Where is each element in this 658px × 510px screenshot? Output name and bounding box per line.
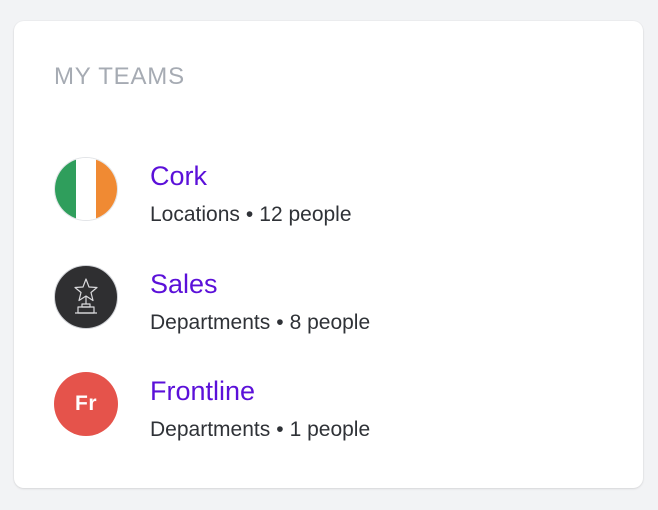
team-name-link[interactable]: Cork <box>150 161 207 192</box>
card-title: MY TEAMS <box>54 63 185 90</box>
flag-stripe-green <box>55 158 76 220</box>
meta-separator: • <box>276 418 284 441</box>
initials-avatar: Fr <box>54 372 118 436</box>
team-item-sales[interactable]: Sales Departments • 8 people <box>54 265 614 335</box>
team-member-count: 8 people <box>289 311 371 334</box>
my-teams-card: MY TEAMS Cork Locations • 12 people Sale… <box>14 21 643 488</box>
team-item-cork[interactable]: Cork Locations • 12 people <box>54 157 614 227</box>
team-meta: Departments • 1 people <box>150 418 370 442</box>
team-member-count: 1 people <box>289 418 371 441</box>
flag-stripe-white <box>75 158 97 220</box>
trophy-icon-svg <box>74 278 98 314</box>
flag-stripe-orange <box>96 158 117 220</box>
ireland-flag-icon <box>54 157 118 221</box>
trophy-icon <box>54 265 118 329</box>
team-type: Locations <box>150 203 240 226</box>
meta-separator: • <box>245 203 254 226</box>
meta-separator: • <box>276 311 284 334</box>
team-meta: Locations • 12 people <box>150 203 352 227</box>
team-type: Departments <box>150 418 271 441</box>
team-member-count: 12 people <box>259 203 352 226</box>
team-name-link[interactable]: Sales <box>150 269 218 300</box>
team-meta: Departments • 8 people <box>150 311 370 335</box>
team-name-link[interactable]: Frontline <box>150 376 255 407</box>
team-item-frontline[interactable]: Fr Frontline Departments • 1 people <box>54 372 614 442</box>
team-type: Departments <box>150 311 271 334</box>
